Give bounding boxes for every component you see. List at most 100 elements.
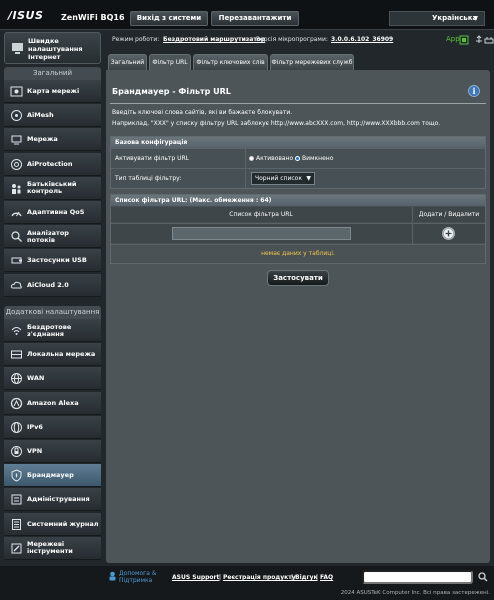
quick-setup-button[interactable]: Швидке налаштування Інтернет	[4, 32, 101, 64]
help-icon[interactable]: i	[468, 85, 480, 97]
filter-table-type-label: Тип таблиці фільтру:	[115, 175, 182, 182]
sidebar-item-label: Застосунки USB	[27, 256, 87, 265]
tab-general[interactable]: Загальний	[108, 54, 147, 70]
sidebar-item-usb[interactable]: Застосунки USB	[4, 249, 101, 273]
radio-disabled[interactable]: Вимкнено	[295, 155, 333, 162]
sidebar-item-administration[interactable]: Адміністрування	[4, 488, 101, 512]
internet-status-icon[interactable]	[484, 35, 494, 45]
sidebar-item-aimesh[interactable]: AiMesh	[4, 104, 101, 128]
quick-setup-label: Швидке налаштування Інтернет	[28, 37, 83, 61]
svg-text:i: i	[472, 86, 475, 96]
sidebar-item-parental-control[interactable]: Батьківський контроль	[4, 176, 101, 200]
basic-config-header: Базова конфігурація	[111, 137, 485, 148]
sidebar-item-qos[interactable]: Адаптивна QoS	[4, 201, 101, 224]
footer-search-input[interactable]	[362, 570, 473, 584]
firmware-value-link[interactable]: 3.0.0.6.102_36909	[331, 36, 393, 43]
mode-label: Режим роботи:	[112, 36, 160, 43]
reboot-button[interactable]: Перезавантажити	[211, 11, 299, 26]
quick-setup-icon	[12, 43, 23, 54]
chevron-down-icon: ▼	[306, 175, 311, 182]
sidebar-item-aicloud[interactable]: AiCloud 2.0	[4, 273, 101, 297]
ipv6-icon	[11, 421, 22, 433]
sidebar-item-ipv6[interactable]: IPv6	[4, 415, 101, 439]
apply-button[interactable]: Застосувати	[267, 270, 329, 286]
vpn-icon	[11, 446, 22, 457]
search-icon[interactable]	[478, 572, 488, 582]
sidebar-item-system-log[interactable]: Системний журнал	[4, 512, 101, 536]
language-select[interactable]: Українська ▼	[389, 11, 485, 26]
qos-icon	[11, 211, 22, 217]
aicloud-icon	[10, 281, 22, 289]
footer-link-product-registration[interactable]: Реєстрація продукту	[223, 574, 296, 581]
basic-config-section: Базова конфігурація Активувати фільтр UR…	[110, 136, 486, 189]
sidebar-item-label: Брандмауер	[27, 471, 74, 480]
url-filter-input[interactable]	[172, 227, 351, 240]
tab-url-filter[interactable]: Фільтр URL	[149, 54, 191, 70]
sidebar-item-wireless[interactable]: Бездротове з'єднання	[4, 319, 101, 342]
title-divider	[110, 103, 486, 104]
url-filter-list-header: Список фільтра URL: (Макс. обмеження : 6…	[111, 195, 485, 206]
enable-url-filter-row: Активувати фільтр URL Активовано Вимкнен…	[111, 148, 485, 168]
firmware-label: Версія мікропрограми:	[256, 36, 328, 43]
wan-icon	[11, 373, 22, 385]
sidebar-item-label: AiMesh	[27, 111, 54, 120]
asus-logo: /ISUS	[8, 9, 44, 22]
tab-network-services-filter[interactable]: Фільтр мережевих служб	[270, 54, 354, 70]
main-panel: Брандмауер - Фільтр URL i Введіть ключов…	[106, 70, 490, 563]
general-section-header: Загальний	[4, 67, 101, 80]
sidebar-item-lan[interactable]: Локальна мережа	[4, 343, 101, 367]
aimesh-icon	[11, 110, 22, 122]
url-input-row	[111, 223, 485, 244]
footer-link-asus-support[interactable]: ASUS Support	[172, 574, 219, 581]
firewall-icon	[11, 469, 22, 482]
add-url-button[interactable]	[442, 227, 455, 240]
footer-link-feedback[interactable]: Відгук	[295, 574, 318, 581]
filter-table-type-select[interactable]: Чорний список ▼	[251, 172, 315, 185]
administration-icon	[11, 494, 22, 505]
sidebar-item-network-map[interactable]: Карта мережі	[4, 80, 101, 103]
sidebar-item-wan[interactable]: WAN	[4, 367, 101, 391]
traffic-analyzer-icon	[11, 231, 22, 243]
system-log-icon	[12, 518, 21, 530]
sidebar-item-label: Мережа	[27, 135, 58, 144]
top-bar: /ISUS ZenWiFi BQ16 Вихід з системи Перез…	[0, 0, 494, 30]
sidebar-item-label: Батьківський контроль	[27, 180, 77, 196]
sidebar-item-label: AiCloud 2.0	[27, 280, 69, 289]
chevron-down-icon: ▼	[473, 15, 478, 22]
sidebar-item-label: Amazon Alexa	[27, 398, 79, 407]
sidebar-item-label: IPv6	[27, 422, 43, 431]
description-line-1: Введіть ключові слова сайтів, які ви баж…	[112, 109, 293, 116]
mode-value-link[interactable]: Бездротовий маршрутизатор	[163, 36, 265, 43]
app-label[interactable]: App	[446, 35, 460, 43]
logout-button[interactable]: Вихід з системи	[130, 11, 208, 26]
sidebar-item-label: AiProtection	[27, 159, 73, 168]
wireless-icon	[11, 327, 22, 335]
sidebar-item-network-tools[interactable]: Мережеві інструменти	[4, 536, 101, 560]
tab-keyword-filter[interactable]: Фільтр ключових слів	[193, 54, 268, 70]
column-add-delete: Додати / Видалити	[412, 207, 485, 222]
sidebar-item-traffic-analyzer[interactable]: Аналізатор потоків	[4, 225, 101, 249]
page-title: Брандмауер - Фільтр URL	[112, 87, 231, 96]
parental-control-icon	[12, 183, 21, 194]
filter-table-type-row: Тип таблиці фільтру: Чорний список ▼	[111, 168, 485, 188]
qr-code-icon[interactable]	[459, 35, 469, 45]
column-url-list: Список фільтра URL	[229, 211, 293, 218]
sidebar-item-alexa[interactable]: Amazon Alexa	[4, 391, 101, 415]
sidebar-item-label: Адаптивна QoS	[27, 208, 85, 216]
sidebar-item-label: Аналізатор потоків	[27, 228, 69, 244]
sidebar-item-vpn[interactable]: VPN	[4, 440, 101, 463]
radio-enabled[interactable]: Активовано	[249, 155, 293, 162]
sidebar-item-label: Карта мережі	[27, 87, 80, 95]
usb-status-icon[interactable]	[474, 35, 484, 45]
language-value: Українська	[432, 14, 478, 22]
help-support-link[interactable]: Допомога & Підтримка	[119, 570, 175, 584]
network-tools-icon	[11, 543, 22, 554]
sidebar-item-label: VPN	[27, 447, 43, 455]
footer-link-faq[interactable]: FAQ	[320, 574, 333, 581]
sidebar-item-label: WAN	[27, 374, 45, 383]
empty-table-message: немає даних у таблиці.	[111, 244, 485, 262]
sidebar-item-aiprotection[interactable]: AiProtection	[4, 152, 101, 176]
network-icon	[11, 135, 22, 145]
sidebar-item-network[interactable]: Мережа	[4, 128, 101, 152]
sidebar-item-firewall[interactable]: Брандмауер	[4, 464, 101, 488]
